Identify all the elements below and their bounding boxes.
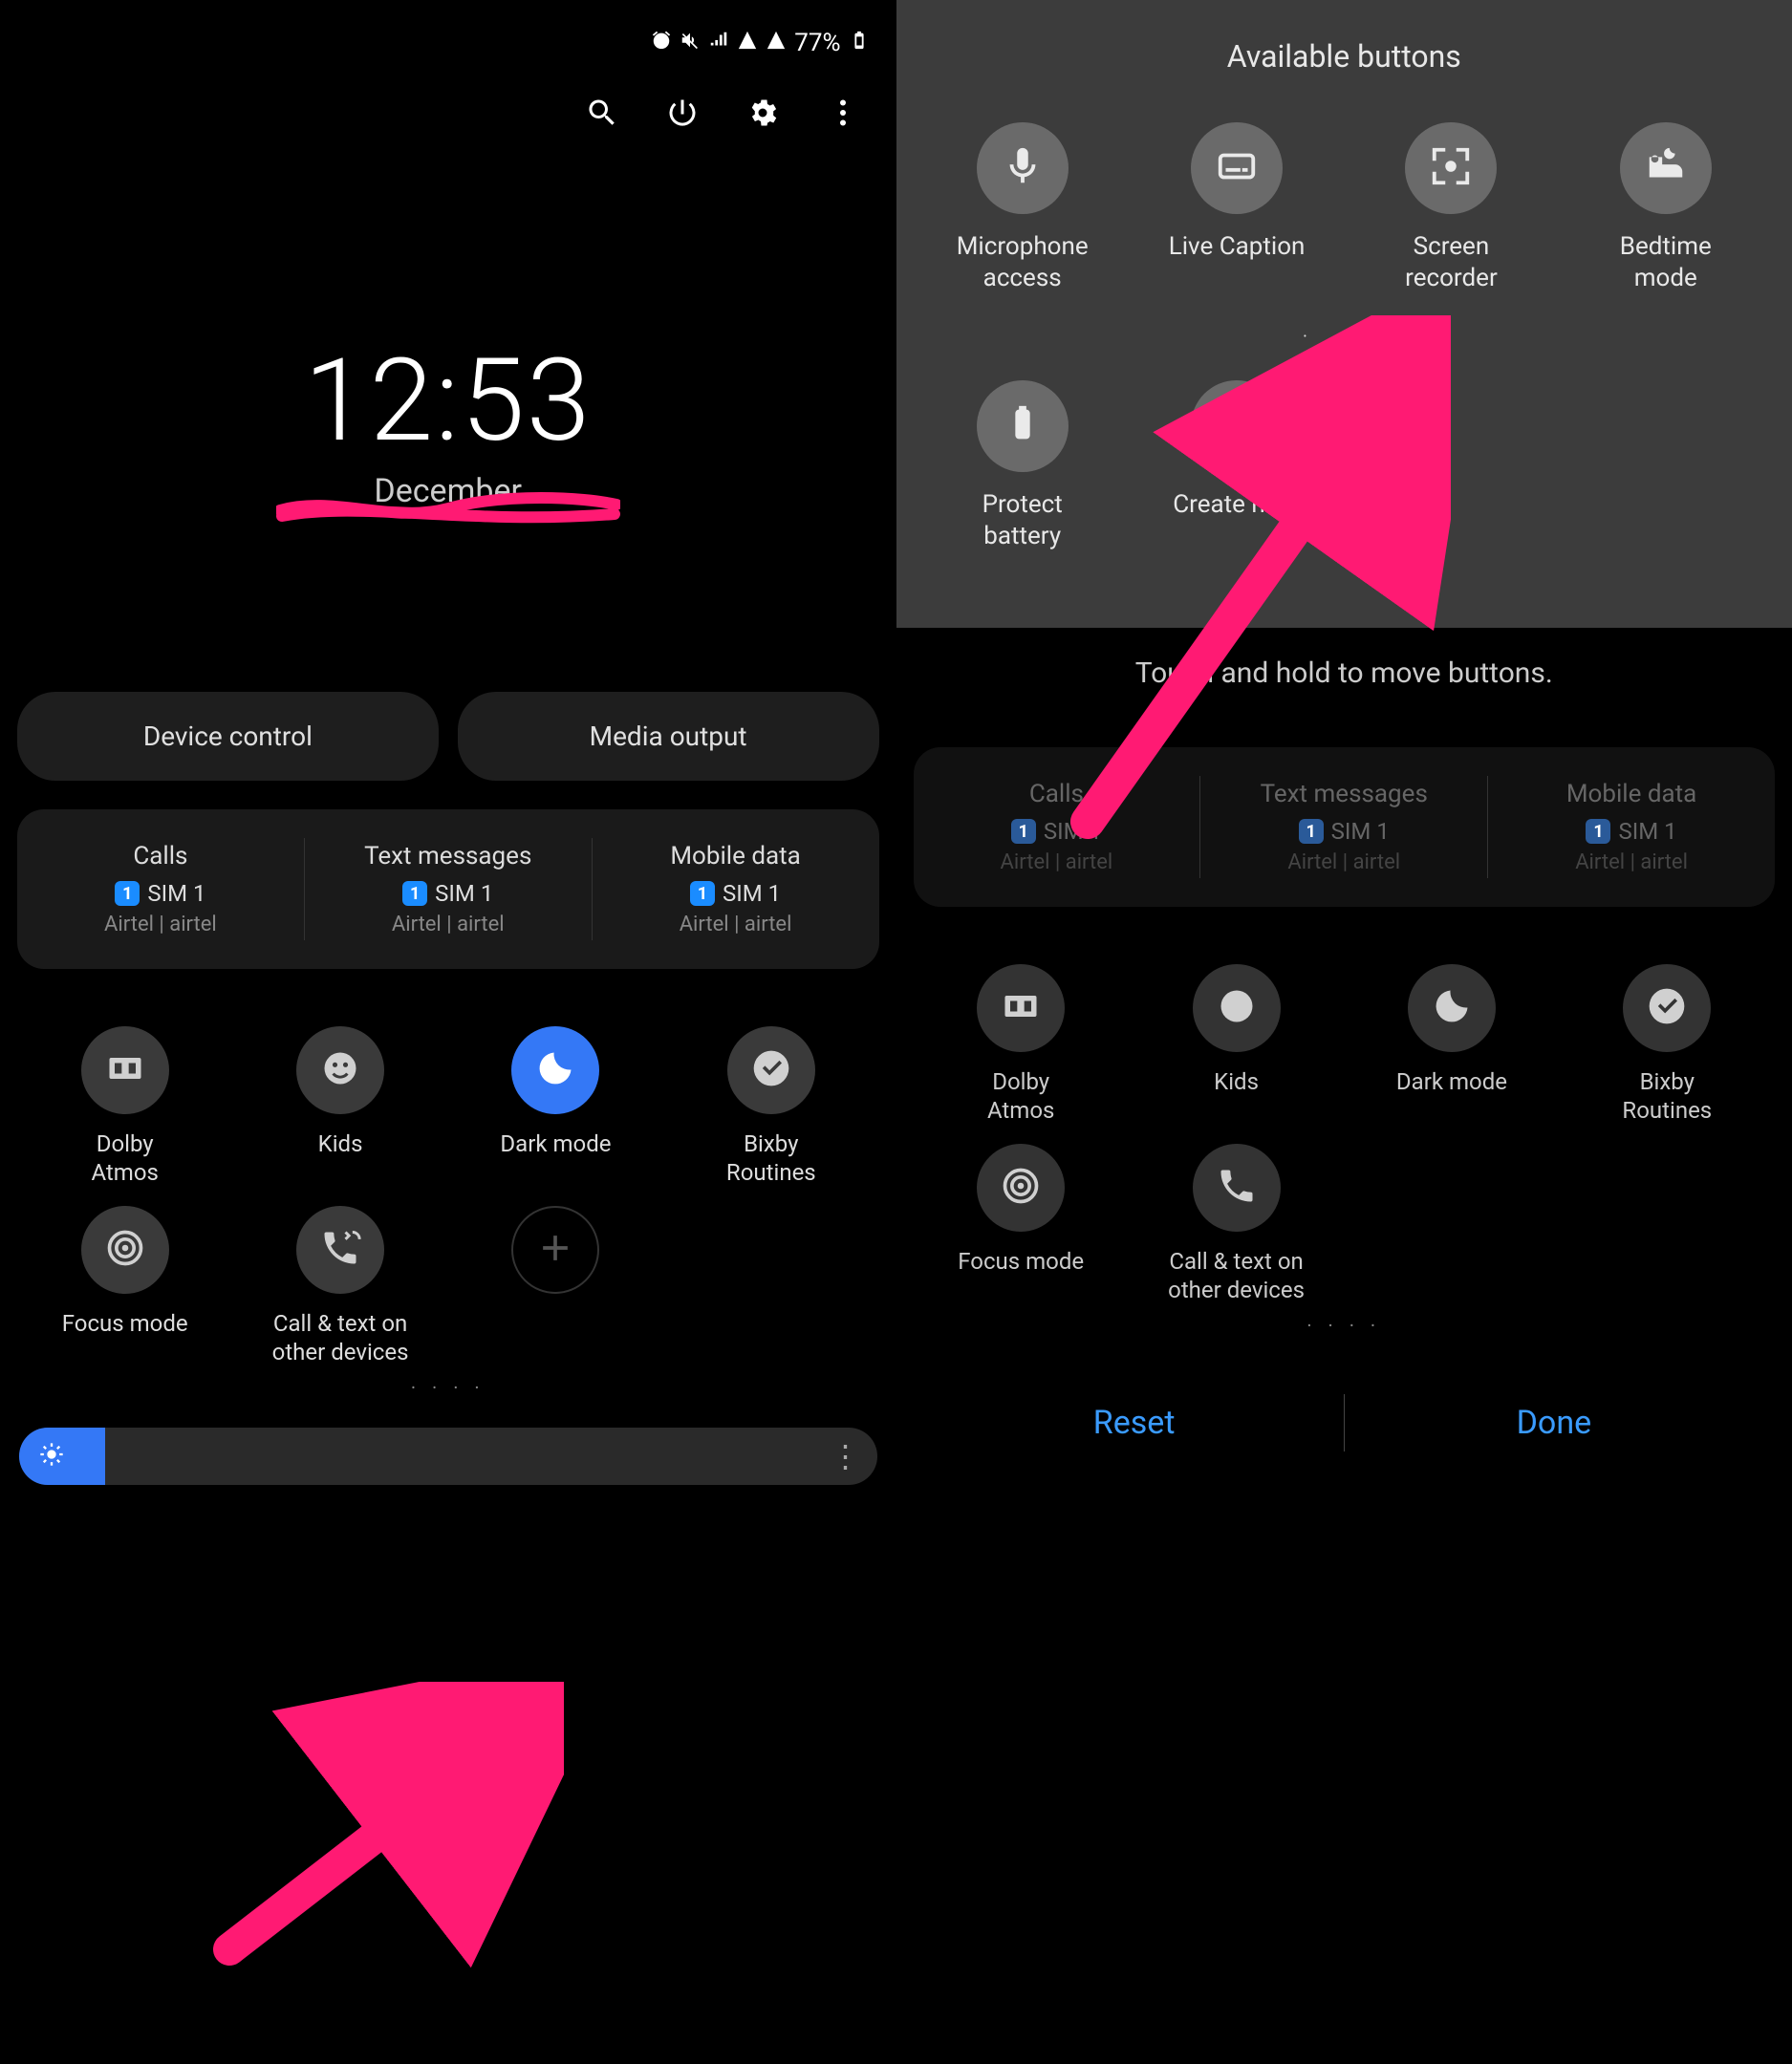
caption-icon <box>1215 144 1259 192</box>
bottom-bar: Reset Done <box>906 1385 1783 1461</box>
kids-icon <box>1216 985 1258 1031</box>
moon-icon <box>1431 985 1473 1031</box>
tile-dolby-atmos-bg[interactable]: DolbyAtmos <box>914 964 1129 1125</box>
sim-data[interactable]: Mobile data 1SIM 1 Airtel | airtel <box>593 838 879 940</box>
reset-button[interactable]: Reset <box>925 1385 1344 1461</box>
search-icon[interactable] <box>585 96 619 134</box>
signal-icon-2 <box>766 29 787 57</box>
mute-icon <box>680 29 701 57</box>
page-dots-right[interactable]: · · · · <box>906 1314 1783 1337</box>
panel-toolbar <box>10 57 887 134</box>
sim-messages[interactable]: Text messages 1SIM 1 Airtel | airtel <box>305 838 593 940</box>
dolby-icon <box>104 1047 146 1093</box>
page-dots[interactable]: · · · · <box>10 1376 887 1399</box>
tile-dark-mode-bg[interactable]: Dark mode <box>1344 964 1559 1125</box>
tile-dark-mode[interactable]: Dark mode <box>448 1026 663 1187</box>
avail-screen-recorder[interactable]: Screenrecorder <box>1344 122 1558 293</box>
call-sync-icon <box>319 1227 361 1273</box>
device-control-button[interactable]: Device control <box>17 692 439 781</box>
clock-time: 12:53 <box>10 334 887 468</box>
mic-icon <box>1001 144 1045 192</box>
clock: 12:53 December <box>10 334 887 510</box>
battery-percent: 77% <box>794 29 840 57</box>
sim-card[interactable]: Calls 1SIM 1 Airtel | airtel Text messag… <box>17 809 879 969</box>
status-bar: 77% <box>10 19 887 57</box>
tile-focus-mode[interactable]: Focus mode <box>17 1206 232 1366</box>
target-icon <box>1000 1165 1042 1211</box>
screen-recorder-icon <box>1429 144 1473 192</box>
tile-add[interactable] <box>448 1206 663 1366</box>
brightness-slider[interactable]: ⋮ <box>19 1428 877 1485</box>
available-title: Available buttons <box>916 38 1774 75</box>
moon-icon <box>534 1047 576 1093</box>
tile-kids-bg[interactable]: Kids <box>1129 964 1344 1125</box>
tile-kids[interactable]: Kids <box>232 1026 447 1187</box>
avail-create-note[interactable]: Create note <box>1130 380 1344 551</box>
annotation-arrow-left <box>201 1682 564 1968</box>
note-icon <box>1215 402 1259 450</box>
done-button[interactable]: Done <box>1345 1385 1763 1461</box>
sun-icon <box>38 1441 65 1472</box>
routines-icon <box>750 1047 792 1093</box>
brightness-more-icon[interactable]: ⋮ <box>831 1438 858 1474</box>
available-buttons-section: Available buttons Microphoneaccess Live … <box>896 0 1792 628</box>
tile-dolby-atmos[interactable]: DolbyAtmos <box>17 1026 232 1187</box>
alarm-icon <box>651 29 672 57</box>
pill-row: Device control Media output <box>10 692 887 781</box>
sim-card-bg: Calls 1SIM 1 Airtel | airtel Text messag… <box>914 747 1776 907</box>
tile-focus-mode-bg[interactable]: Focus mode <box>914 1144 1129 1304</box>
clock-date: December <box>10 472 887 510</box>
routines-icon <box>1646 985 1688 1031</box>
kids-icon <box>319 1047 361 1093</box>
tile-bixby-routines[interactable]: BixbyRoutines <box>663 1026 878 1187</box>
avail-bedtime-mode[interactable]: Bedtimemode <box>1559 122 1773 293</box>
tile-bixby-routines-bg[interactable]: BixbyRoutines <box>1560 964 1775 1125</box>
quick-tiles: DolbyAtmos Kids Dark mode BixbyRoutines … <box>10 1026 887 1366</box>
avail-live-caption[interactable]: Live Caption <box>1130 122 1344 293</box>
power-icon[interactable] <box>665 96 700 134</box>
battery-protect-icon <box>1001 402 1045 450</box>
tile-call-text-bg[interactable]: Call & text onother devices <box>1129 1144 1344 1304</box>
edit-hint: Touch and hold to move buttons. <box>906 656 1783 690</box>
bed-icon <box>1644 144 1688 192</box>
plus-icon <box>534 1227 576 1273</box>
media-output-button[interactable]: Media output <box>458 692 879 781</box>
avail-protect-battery[interactable]: Protectbattery <box>916 380 1130 551</box>
data-icon <box>708 29 729 57</box>
battery-icon <box>849 29 870 57</box>
call-sync-icon <box>1216 1165 1258 1211</box>
avail-microphone-access[interactable]: Microphoneaccess <box>916 122 1130 293</box>
dolby-icon <box>1000 985 1042 1031</box>
more-icon[interactable] <box>826 96 860 134</box>
tile-call-text[interactable]: Call & text onother devices <box>232 1206 447 1366</box>
signal-icon <box>737 29 758 57</box>
sim-calls[interactable]: Calls 1SIM 1 Airtel | airtel <box>17 838 305 940</box>
settings-icon[interactable] <box>745 96 780 134</box>
edit-tiles-panel-right: Available buttons Microphoneaccess Live … <box>896 0 1792 2064</box>
drag-dots: • • • <box>916 332 1774 342</box>
target-icon <box>104 1227 146 1273</box>
quick-tiles-bg: DolbyAtmos Kids Dark mode BixbyRoutines … <box>906 964 1783 1304</box>
quick-settings-panel-left: 77% 12:53 December Device control Media … <box>0 0 896 2064</box>
